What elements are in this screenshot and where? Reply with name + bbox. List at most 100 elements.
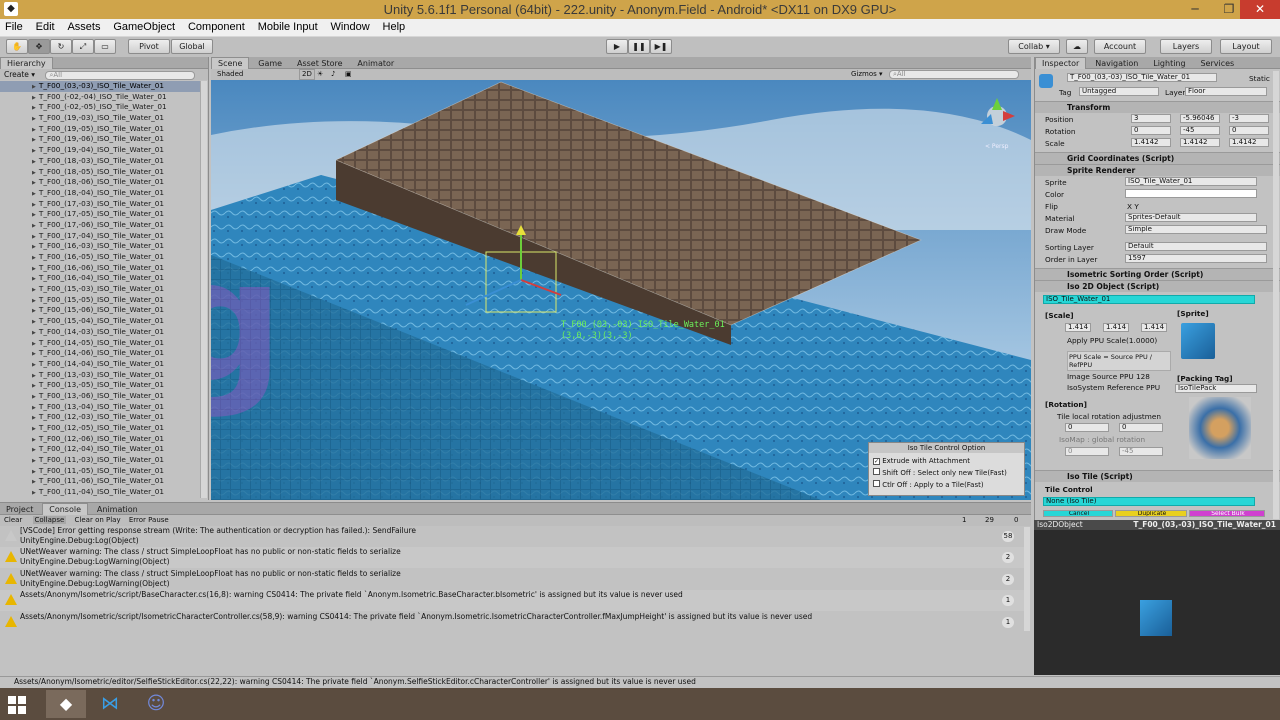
rotation-x[interactable]: 0 [1131,126,1171,135]
hierarchy-item[interactable]: T_F00_(16,-05)_ISO_Tile_Water_01 [0,252,200,263]
menu-window[interactable]: Window [326,19,375,35]
hierarchy-item[interactable]: T_F00_(14,-04)_ISO_Tile_Water_01 [0,359,200,370]
hierarchy-item[interactable]: T_F00_(18,-05)_ISO_Tile_Water_01 [0,167,200,178]
move-tool-icon[interactable]: ✥ [28,39,50,54]
hierarchy-item[interactable]: T_F00_(19,-04)_ISO_Tile_Water_01 [0,145,200,156]
hierarchy-item[interactable]: T_F00_(17,-05)_ISO_Tile_Water_01 [0,209,200,220]
inspector-scrollbar[interactable] [1273,71,1279,519]
menu-file[interactable]: File [0,19,28,35]
menu-component[interactable]: Component [183,19,250,35]
step-button[interactable]: ▶❚ [650,39,672,54]
hierarchy-item[interactable]: T_F00_(16,-03)_ISO_Tile_Water_01 [0,241,200,252]
hierarchy-item[interactable]: T_F00_(19,-05)_ISO_Tile_Water_01 [0,124,200,135]
local-rot-x[interactable]: 0 [1065,423,1109,432]
hierarchy-item[interactable]: T_F00_(19,-06)_ISO_Tile_Water_01 [0,134,200,145]
status-bar[interactable]: Assets/Anonym/Isometric/editor/SelfieSti… [0,676,1280,687]
clear-button[interactable]: Clear [4,516,22,524]
hierarchy-item[interactable]: T_F00_(13,-05)_ISO_Tile_Water_01 [0,380,200,391]
ctrl-checkbox[interactable] [873,480,880,487]
info-count[interactable]: 1 [962,515,966,526]
menu-mobile-input[interactable]: Mobile Input [253,19,323,35]
shift-checkbox[interactable] [873,468,880,475]
layers-dropdown[interactable]: Layers [1160,39,1212,54]
collapse-button[interactable]: Collapse [33,516,67,524]
material-field[interactable]: Sprites-Default [1125,213,1257,222]
pause-button[interactable]: ❚❚ [628,39,650,54]
iso-tile-header[interactable]: Iso Tile (Script) [1035,470,1280,482]
packing-tag-field[interactable]: IsoTilePack [1175,384,1257,393]
hand-tool-icon[interactable]: ✋ [6,39,28,54]
hierarchy-item[interactable]: T_F00_(11,-06)_ISO_Tile_Water_01 [0,476,200,487]
hierarchy-item[interactable]: T_F00_(-02,-04)_ISO_Tile_Water_01 [0,92,200,103]
hierarchy-item[interactable]: T_F00_(-02,-05)_ISO_Tile_Water_01 [0,102,200,113]
hierarchy-item[interactable]: T_F00_(13,-03)_ISO_Tile_Water_01 [0,370,200,381]
flip-toggles[interactable]: X Y [1127,202,1139,211]
tab-lighting[interactable]: Lighting [1147,58,1191,70]
error-count[interactable]: 0 [1014,515,1018,526]
transform-header[interactable]: Transform [1035,101,1280,113]
discord-taskbar-icon[interactable]: ☺ [142,692,170,716]
iso-scale-z[interactable]: 1.414 [1141,323,1167,332]
hierarchy-item[interactable]: T_F00_(15,-04)_ISO_Tile_Water_01 [0,316,200,327]
pivot-button[interactable]: Pivot [128,39,170,54]
console-row[interactable]: Assets/Anonym/Isometric/script/BaseChara… [0,590,1024,611]
hierarchy-item[interactable]: T_F00_(18,-04)_ISO_Tile_Water_01 [0,188,200,199]
cancel-button[interactable]: Cancel [1043,510,1113,517]
apply-ppu-checkbox[interactable]: Apply PPU Scale(1.0000) [1067,336,1157,345]
hierarchy-item[interactable]: T_F00_(15,-03)_ISO_Tile_Water_01 [0,284,200,295]
hierarchy-item[interactable]: T_F00_(15,-05)_ISO_Tile_Water_01 [0,295,200,306]
hierarchy-item[interactable]: T_F00_(12,-05)_ISO_Tile_Water_01 [0,423,200,434]
effects-icon[interactable]: ▣ [345,69,352,80]
iso-scale-x[interactable]: 1.414 [1065,323,1091,332]
collab-button[interactable]: Collab ▾ [1008,39,1060,54]
hierarchy-item[interactable]: T_F00_(19,-03)_ISO_Tile_Water_01 [0,113,200,124]
iso2d-object-header[interactable]: Iso 2D Object (Script) [1035,280,1280,292]
scale-y[interactable]: 1.4142 [1180,138,1220,147]
account-dropdown[interactable]: Account [1094,39,1146,54]
console-row[interactable]: [VSCode] Error getting response stream (… [0,526,1024,547]
hierarchy-item[interactable]: T_F00_(17,-03)_ISO_Tile_Water_01 [0,199,200,210]
hierarchy-item[interactable]: T_F00_(15,-06)_ISO_Tile_Water_01 [0,305,200,316]
sprite-field[interactable]: ISO_Tile_Water_01 [1125,177,1257,186]
scale-x[interactable]: 1.4142 [1131,138,1171,147]
tab-console[interactable]: Console [42,503,88,515]
cloud-icon[interactable]: ☁ [1066,39,1088,54]
vscode-taskbar-icon[interactable]: ⋈ [96,692,124,716]
hierarchy-item[interactable]: T_F00_(13,-06)_ISO_Tile_Water_01 [0,391,200,402]
iso-tile-field[interactable]: None (Iso Tile) [1043,497,1255,506]
hierarchy-search[interactable]: ⌕All [45,71,195,80]
menu-assets[interactable]: Assets [62,19,105,35]
scene-render[interactable]: T_F00_(03,-03)_ISO_Tile_Water_01 (3,0,-3… [211,80,1031,500]
hierarchy-item[interactable]: T_F00_(12,-06)_ISO_Tile_Water_01 [0,434,200,445]
hierarchy-item[interactable]: T_F00_(16,-04)_ISO_Tile_Water_01 [0,273,200,284]
iso-scale-y[interactable]: 1.414 [1103,323,1129,332]
tab-scene[interactable]: Scene [211,57,249,69]
scale-tool-icon[interactable]: ⤢ [72,39,94,54]
gizmos-dropdown[interactable]: Gizmos ▾ [851,69,883,80]
minimize-button[interactable]: ─ [1178,0,1212,19]
rotation-z[interactable]: 0 [1229,126,1269,135]
scene-search[interactable]: ⌕All [889,70,1019,79]
console-row[interactable]: UNetWeaver warning: The class / struct S… [0,547,1024,568]
preview-panel[interactable] [1034,530,1280,675]
2d-toggle[interactable]: 2D [299,69,315,80]
static-toggle[interactable]: Static [1249,74,1270,83]
tab-navigation[interactable]: Navigation [1089,58,1144,70]
iso2d-name-field[interactable]: ISO_Tile_Water_01 [1043,295,1255,304]
warning-count[interactable]: 29 [985,515,994,526]
layer-dropdown[interactable]: Floor [1185,87,1267,96]
hierarchy-list[interactable]: T_F00_(03,-03)_ISO_Tile_Water_01T_F00_(-… [0,81,200,500]
draw-mode-dropdown[interactable]: Simple [1125,225,1267,234]
hierarchy-item[interactable]: T_F00_(14,-05)_ISO_Tile_Water_01 [0,338,200,349]
shading-mode-dropdown[interactable]: Shaded [217,69,243,80]
tab-services[interactable]: Services [1194,58,1240,70]
hierarchy-item[interactable]: T_F00_(16,-06)_ISO_Tile_Water_01 [0,263,200,274]
console-row[interactable]: UNetWeaver warning: The class / struct S… [0,569,1024,590]
tag-dropdown[interactable]: Untagged [1079,87,1159,96]
hierarchy-item[interactable]: T_F00_(14,-06)_ISO_Tile_Water_01 [0,348,200,359]
console-scrollbar[interactable] [1024,527,1030,631]
sorting-layer-dropdown[interactable]: Default [1125,242,1267,251]
layout-dropdown[interactable]: Layout [1220,39,1272,54]
hierarchy-item[interactable]: T_F00_(18,-03)_ISO_Tile_Water_01 [0,156,200,167]
gameobject-name-field[interactable]: T_F00_(03,-03)_ISO_Tile_Water_01 [1067,73,1217,82]
